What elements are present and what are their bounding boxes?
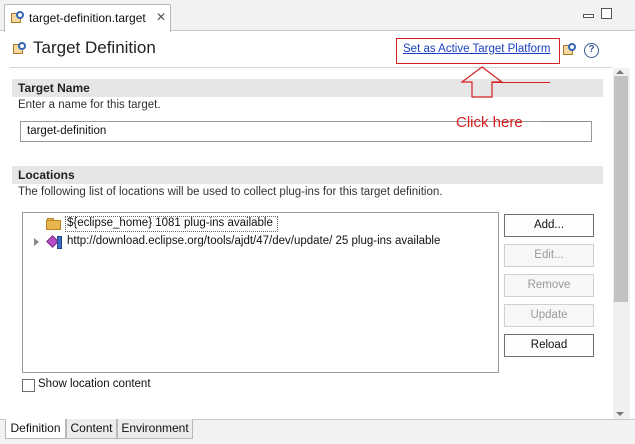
remove-button[interactable]: Remove	[504, 274, 594, 297]
locations-section-title: Locations	[18, 168, 75, 182]
annotation-leader-line	[540, 121, 588, 122]
add-button[interactable]: Add...	[504, 214, 594, 237]
scroll-up-icon[interactable]	[616, 70, 624, 74]
target-name-value: target-definition	[27, 125, 107, 137]
tab-definition[interactable]: Definition	[5, 419, 66, 439]
update-button[interactable]: Update	[504, 304, 594, 327]
maximize-icon[interactable]	[601, 8, 612, 19]
folder-icon	[46, 218, 62, 230]
locations-description: The following list of locations will be …	[18, 186, 443, 198]
update-site-icon	[46, 235, 63, 249]
editor-tab-title: target-definition.target	[29, 11, 146, 25]
minimize-icon[interactable]	[583, 14, 594, 18]
editor-tab[interactable]: target-definition.target ✕	[4, 4, 171, 32]
scroll-down-icon[interactable]	[616, 412, 624, 416]
target-definition-icon	[13, 42, 27, 56]
target-name-section-title: Target Name	[18, 81, 90, 95]
form-title: Target Definition	[33, 38, 156, 57]
locations-section-header: Locations	[12, 166, 603, 184]
location-item-eclipse-home[interactable]: ${eclipse_home} 1081 plug-ins available	[67, 217, 273, 229]
location-item-ajdt-update[interactable]: http://download.eclipse.org/tools/ajdt/4…	[67, 235, 440, 247]
highlight-box	[396, 38, 560, 64]
expand-arrow-icon[interactable]	[34, 238, 39, 246]
annotation-arrow-icon	[460, 66, 504, 98]
tab-content[interactable]: Content	[66, 419, 117, 439]
help-icon[interactable]: ?	[584, 43, 599, 58]
annotation-connector	[492, 82, 550, 83]
reload-button[interactable]: Reload	[504, 334, 594, 357]
show-location-content-label[interactable]: Show location content	[38, 378, 151, 390]
show-location-content-checkbox[interactable]	[22, 379, 35, 392]
click-here-annotation: Click here	[456, 114, 523, 131]
close-icon[interactable]: ✕	[156, 10, 166, 24]
scrollbar-thumb[interactable]	[614, 76, 628, 302]
target-file-icon	[11, 11, 25, 25]
target-name-description: Enter a name for this target.	[18, 99, 161, 111]
edit-button[interactable]: Edit...	[504, 244, 594, 267]
tab-environment[interactable]: Environment	[117, 419, 193, 439]
target-platform-icon[interactable]	[563, 43, 577, 57]
